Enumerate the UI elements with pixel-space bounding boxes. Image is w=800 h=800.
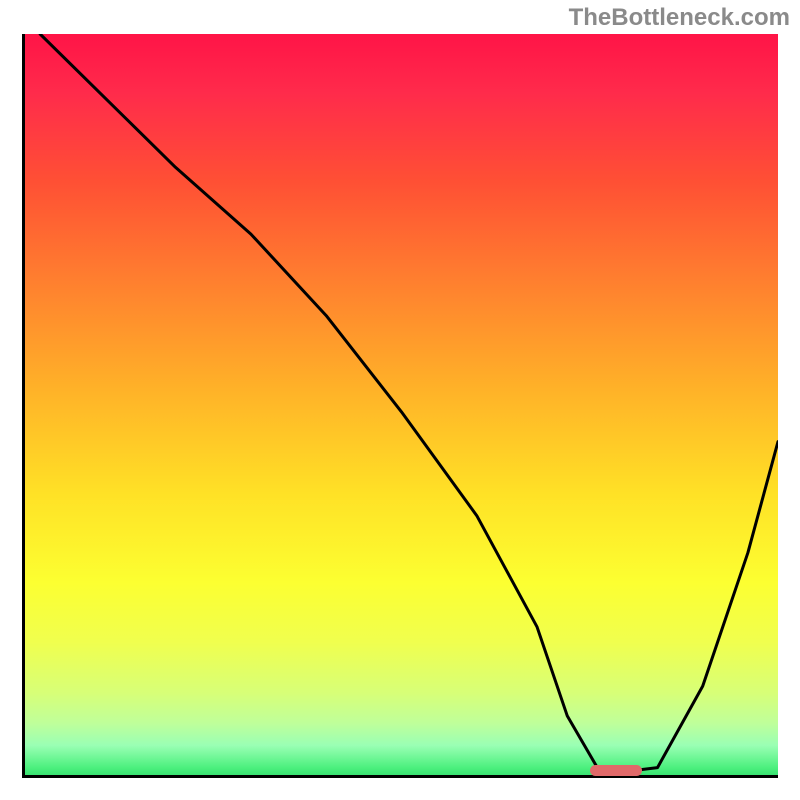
watermark-label: TheBottleneck.com (569, 4, 790, 32)
plot-area (22, 34, 778, 778)
background-gradient (25, 34, 778, 775)
optimal-marker (590, 765, 643, 776)
chart-container: TheBottleneck.com (0, 0, 800, 800)
